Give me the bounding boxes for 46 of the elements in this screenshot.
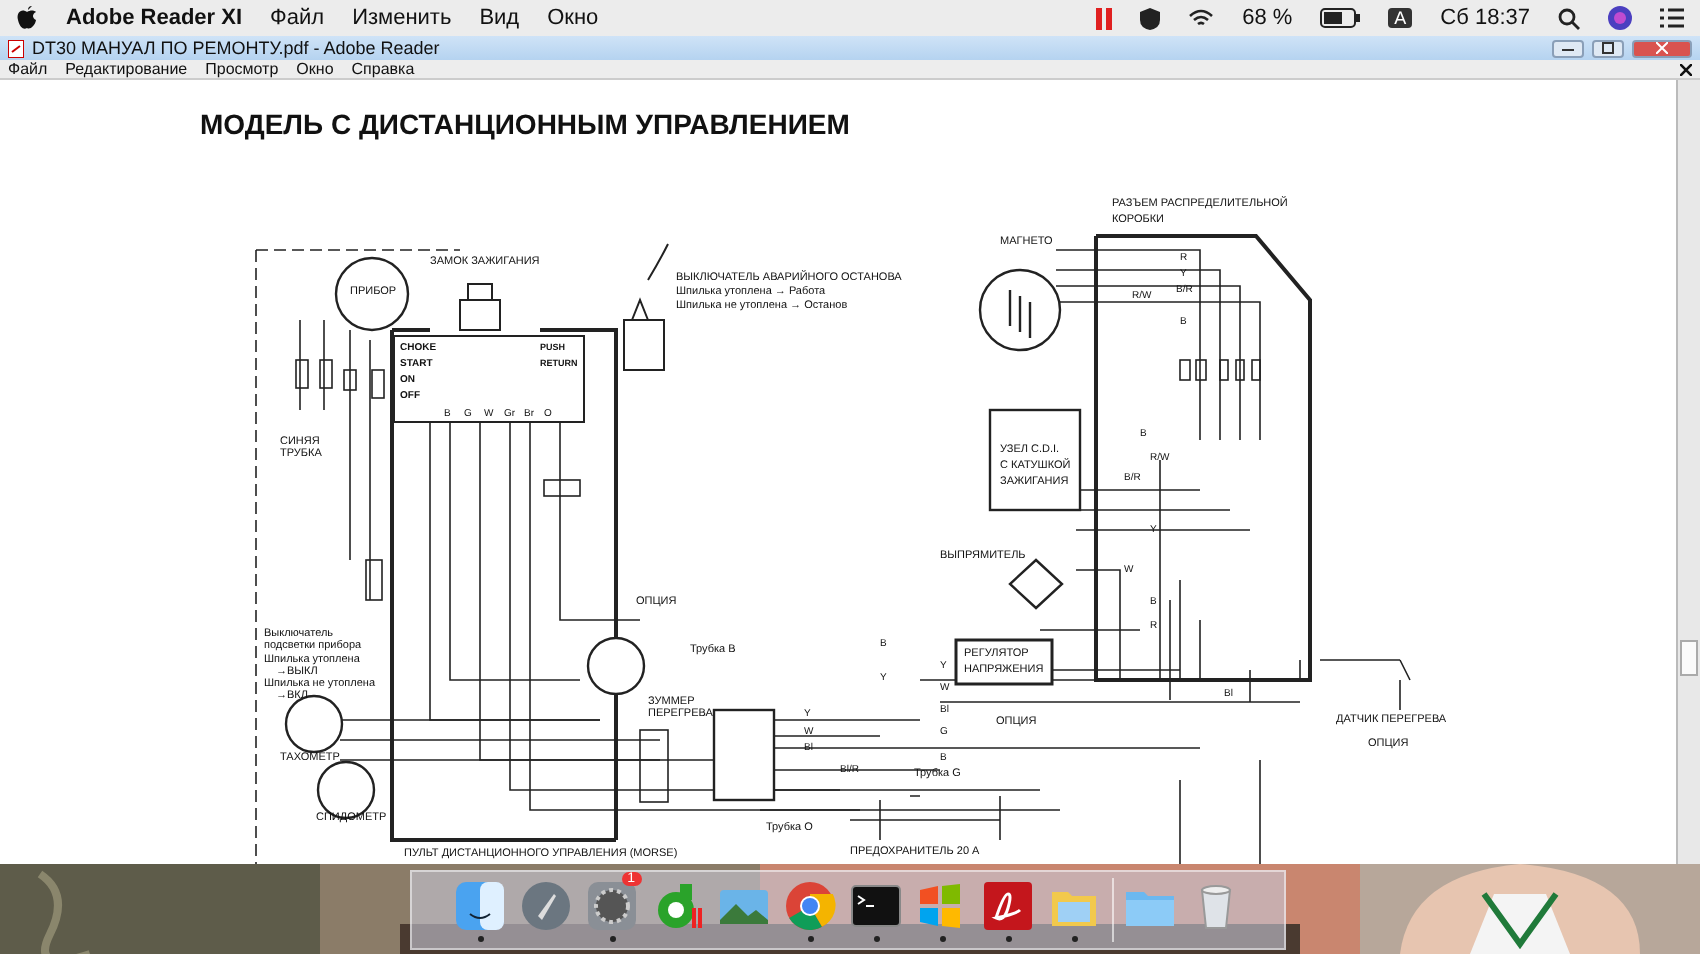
acrobat-icon[interactable] [982,879,1034,931]
menu-item[interactable]: Окно [547,6,599,30]
regulator-box [954,638,1054,686]
menu-item[interactable]: Файл [8,60,48,78]
clock[interactable]: Сб 18:37 [1440,6,1530,30]
cdi-unit-box [988,408,1082,512]
gear-icon[interactable] [586,879,638,931]
window-title: DT30 МАНУАЛ ПО РЕМОНТУ.pdf - Adobe Reader [32,38,440,58]
restore-icon [1602,42,1614,54]
search-icon[interactable] [1558,7,1580,29]
battery-percent: 68 % [1242,6,1293,30]
ring-app-icon[interactable] [652,879,704,931]
close-icon [1656,42,1668,54]
menu-item[interactable]: Окно [296,60,334,78]
connector-block [712,708,776,802]
restore-button[interactable] [1592,39,1624,57]
input-source[interactable]: A [1388,8,1413,28]
pause-icon[interactable] [1096,7,1113,29]
menu-item[interactable]: Файл [270,6,325,30]
shield-icon[interactable] [1140,7,1161,29]
menu-item[interactable]: Вид [479,6,520,30]
list-icon[interactable] [1660,8,1684,28]
pdf-file-icon [8,39,24,57]
wifi-icon[interactable] [1188,8,1215,28]
finder-icon[interactable] [454,879,506,931]
close-icon[interactable] [1680,63,1692,75]
scrollbar[interactable] [1676,80,1700,864]
rocket-icon[interactable] [520,879,572,931]
menu-item[interactable]: Изменить [352,6,452,30]
key-drawing [459,283,501,331]
minimize-button[interactable] [1552,39,1584,57]
close-button[interactable] [1632,39,1692,57]
chrome-icon[interactable] [784,879,836,931]
magneto-drawing [978,268,1062,352]
terminal-icon[interactable] [850,879,902,931]
rectifier-drawing [1008,558,1064,610]
app-name[interactable]: Adobe Reader XI [66,6,243,30]
stop-switch-drawing [623,243,669,371]
menu-item[interactable]: Просмотр [205,60,279,78]
apple-icon[interactable] [16,6,38,30]
battery-icon[interactable] [1320,8,1361,28]
document-heading: МОДЕЛЬ С ДИСТАНЦИОННЫМ УПРАВЛЕНИЕМ [200,108,850,140]
menu-item[interactable]: Редактирование [65,60,188,78]
siri-icon[interactable] [1608,6,1632,30]
menu-item[interactable]: Справка [351,60,415,78]
minimize-icon [1562,44,1574,52]
